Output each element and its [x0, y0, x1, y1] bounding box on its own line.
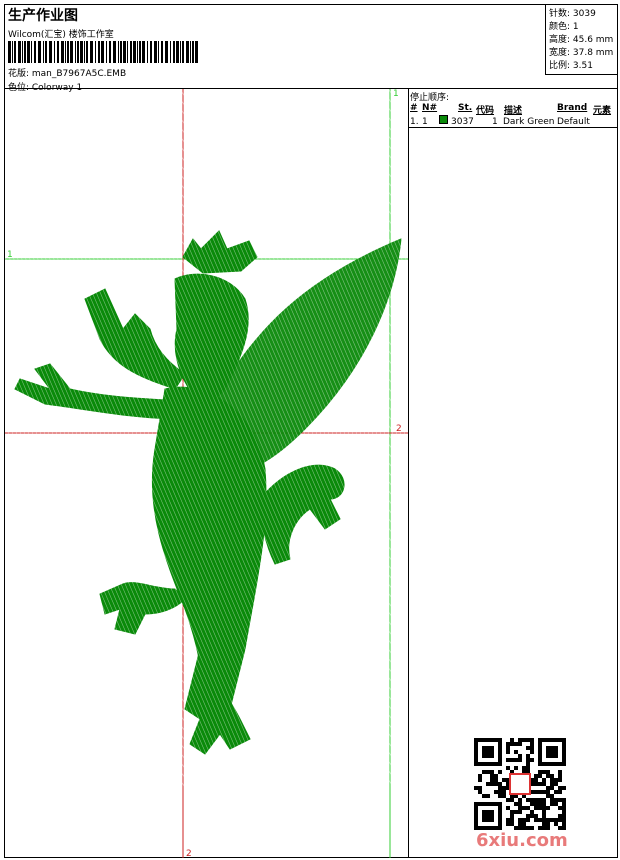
- stats-box: 针数: 3039 颜色: 1 高度: 45.6 mm 宽度: 37.8 mm 比…: [545, 5, 618, 74]
- col-header-index: #: [410, 103, 418, 113]
- design-canvas: 1 1 2 2: [5, 89, 408, 858]
- row-code: 1: [492, 117, 498, 127]
- embroidery-design: [5, 89, 408, 790]
- stats-divider: [545, 74, 618, 75]
- thread-color-swatch: [439, 115, 448, 124]
- design-width: 宽度: 37.8 mm: [549, 48, 614, 58]
- col-header-element: 元素: [593, 106, 612, 116]
- qr-code: [474, 738, 566, 830]
- qr-logo-seal: [509, 773, 531, 795]
- guide-label-green-v: 1: [393, 89, 399, 99]
- company-name: Wilcom(汇宝) 楼饰工作室: [8, 30, 114, 40]
- page-title: 生产作业图: [8, 8, 78, 24]
- guide-label-green-h: 1: [7, 250, 13, 260]
- col-header-needle: N#: [422, 103, 438, 113]
- row-needle: 1: [422, 117, 428, 127]
- col-header-code: 代码: [476, 106, 495, 116]
- stop-sequence-label: 停止顺序:: [410, 93, 450, 103]
- design-height: 高度: 45.6 mm: [549, 35, 614, 45]
- row-description: Dark Green: [503, 117, 555, 127]
- barcode: [8, 41, 198, 63]
- guide-label-red-v: 2: [186, 849, 192, 858]
- header: 生产作业图 Wilcom(汇宝) 楼饰工作室 花版: man_B7967A5C.…: [5, 5, 543, 93]
- design-file: 花版: man_B7967A5C.EMB: [8, 69, 127, 79]
- col-header-stitches: St.: [458, 103, 473, 113]
- design-scale: 比例: 3.51: [549, 61, 593, 71]
- col-header-description: 描述: [504, 106, 523, 116]
- watermark: 6xiu.com: [476, 830, 568, 851]
- row-brand: Default: [557, 117, 590, 127]
- guide-label-red-h: 2: [396, 424, 402, 434]
- color-count: 颜色: 1: [549, 22, 579, 32]
- row-index: 1.: [410, 117, 419, 127]
- col-header-brand: Brand: [557, 103, 588, 113]
- table-bottom-rule: [408, 127, 618, 128]
- stitch-count: 针数: 3039: [549, 9, 596, 19]
- row-stitches: 3037: [451, 117, 474, 127]
